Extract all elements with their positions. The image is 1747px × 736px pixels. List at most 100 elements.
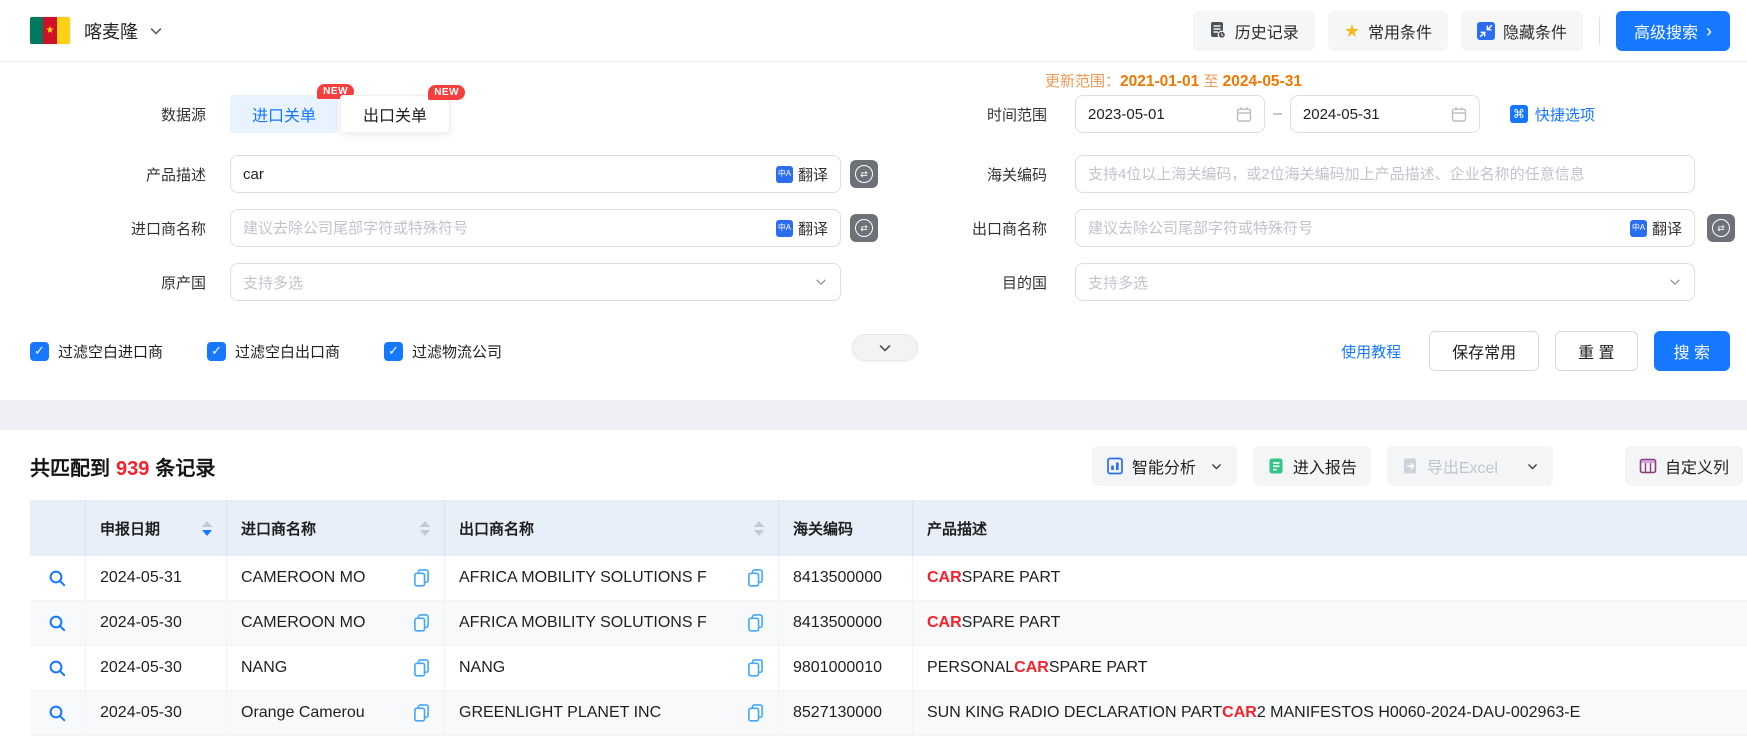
- history-button[interactable]: 历史记录: [1193, 11, 1315, 51]
- copy-icon[interactable]: [739, 568, 764, 588]
- cell-importer: CAMEROON MO: [227, 556, 445, 600]
- custom-columns-button[interactable]: 自定义列: [1625, 446, 1743, 486]
- filter-blank-importer-checkbox[interactable]: ✓ 过滤空白进口商: [30, 341, 163, 362]
- chevron-down-icon: [814, 275, 828, 289]
- advanced-search-button[interactable]: 高级搜索 ›: [1616, 11, 1730, 51]
- cell-importer: NANG: [227, 646, 445, 690]
- cell-exporter: AFRICA MOBILITY SOLUTIONS F: [445, 556, 779, 600]
- row-search-button[interactable]: [30, 601, 86, 645]
- importer-input[interactable]: [243, 220, 768, 237]
- synonym-expand-button[interactable]: ⇄: [850, 160, 878, 188]
- hide-conditions-button[interactable]: 隐藏条件: [1461, 11, 1583, 51]
- sort-icons[interactable]: [202, 521, 212, 536]
- synonym-expand-button[interactable]: ⇄: [1707, 214, 1735, 242]
- copy-icon[interactable]: [405, 568, 430, 588]
- filter-logistics-checkbox[interactable]: ✓ 过滤物流公司: [384, 341, 502, 362]
- header-hs-code: 海关编码: [779, 500, 913, 556]
- chevron-down-icon: [1210, 460, 1223, 473]
- section-divider: [0, 400, 1747, 430]
- product-desc-input[interactable]: [243, 166, 768, 183]
- export-dropdown-chevron-icon[interactable]: [1526, 460, 1539, 473]
- sort-icons[interactable]: [754, 521, 764, 536]
- hs-code-input[interactable]: [1088, 166, 1682, 183]
- synonym-expand-button[interactable]: ⇄: [850, 214, 878, 242]
- new-badge: NEW: [428, 85, 465, 100]
- origin-country-select[interactable]: 支持多选: [230, 263, 841, 301]
- header-declare-date[interactable]: 申报日期: [86, 500, 227, 556]
- copy-icon[interactable]: [739, 703, 764, 723]
- header-importer[interactable]: 进口商名称: [227, 500, 445, 556]
- start-date-input[interactable]: [1075, 95, 1265, 133]
- end-date-input[interactable]: [1290, 95, 1480, 133]
- cell-importer: CAMEROON MO: [227, 601, 445, 645]
- enter-report-button[interactable]: 进入报告: [1253, 446, 1371, 486]
- translate-button[interactable]: 中A 翻译: [776, 164, 828, 185]
- favorites-button[interactable]: ★ 常用条件: [1328, 11, 1448, 51]
- update-range-note: 更新范围：2021-01-01 至 2024-05-31: [1045, 70, 1302, 91]
- smart-analysis-button[interactable]: 智能分析: [1092, 446, 1237, 486]
- save-common-button[interactable]: 保存常用: [1429, 331, 1539, 371]
- tab-import-declarations[interactable]: 进口关单 NEW: [230, 95, 338, 133]
- time-range-label: 时间范围: [887, 104, 1075, 125]
- copy-icon[interactable]: [405, 703, 430, 723]
- quick-options-button[interactable]: ⌘ 快捷选项: [1510, 104, 1595, 125]
- filter-blank-exporter-checkbox[interactable]: ✓ 过滤空白出口商: [207, 341, 340, 362]
- chevron-down-icon: [1668, 275, 1682, 289]
- header-detail-column: [30, 500, 86, 556]
- row-search-button[interactable]: [30, 646, 86, 690]
- exporter-input[interactable]: [1088, 220, 1622, 237]
- origin-country-label: 原产国: [30, 272, 230, 293]
- header-exporter[interactable]: 出口商名称: [445, 500, 779, 556]
- search-form: 更新范围：2021-01-01 至 2024-05-31 数据源 进口关单 NE…: [0, 62, 1747, 400]
- collapse-form-button[interactable]: [852, 334, 918, 361]
- cameroon-flag-icon: ★: [30, 17, 70, 44]
- reset-button[interactable]: 重 置: [1555, 331, 1637, 371]
- copy-icon[interactable]: [405, 613, 430, 633]
- row-search-button[interactable]: [30, 691, 86, 735]
- cell-product-desc: PERSONAL CAR SPARE PART: [913, 646, 1747, 690]
- cell-exporter: GREENLIGHT PLANET INC: [445, 691, 779, 735]
- copy-icon[interactable]: [739, 613, 764, 633]
- row-search-button[interactable]: [30, 556, 86, 600]
- tab-export-declarations[interactable]: 出口关单 NEW: [340, 95, 450, 133]
- cell-hs-code: 8413500000: [779, 601, 913, 645]
- hs-code-label: 海关编码: [887, 164, 1075, 185]
- cell-exporter: NANG: [445, 646, 779, 690]
- exchange-icon: ⇄: [855, 165, 873, 183]
- cell-exporter: AFRICA MOBILITY SOLUTIONS F: [445, 601, 779, 645]
- exporter-label: 出口商名称: [887, 218, 1075, 239]
- translate-icon: 中A: [776, 220, 793, 237]
- report-icon: [1267, 457, 1285, 475]
- country-selector-label: 喀麦隆: [84, 18, 138, 44]
- bi-chart-icon: [1106, 457, 1124, 475]
- cell-hs-code: 8413500000: [779, 556, 913, 600]
- topbar-divider: [1599, 17, 1600, 45]
- command-icon: ⌘: [1510, 105, 1528, 123]
- translate-button[interactable]: 中A 翻译: [1630, 218, 1682, 239]
- exchange-icon: ⇄: [855, 219, 873, 237]
- search-button[interactable]: 搜 索: [1654, 331, 1730, 371]
- cell-product-desc: CAR SPARE PART: [913, 556, 1747, 600]
- exporter-field: 中A 翻译: [1075, 209, 1695, 247]
- star-icon: ★: [1344, 22, 1360, 40]
- cell-product-desc: SUN KING RADIO DECLARATION PART CAR 2 MA…: [913, 691, 1747, 735]
- translate-button[interactable]: 中A 翻译: [776, 218, 828, 239]
- export-excel-button[interactable]: 导出Excel: [1387, 446, 1553, 486]
- copy-icon[interactable]: [739, 658, 764, 678]
- calendar-icon: [1451, 106, 1467, 123]
- dest-country-select[interactable]: 支持多选: [1075, 263, 1695, 301]
- copy-icon[interactable]: [405, 658, 430, 678]
- sort-icons[interactable]: [420, 521, 430, 536]
- checkbox-checked-icon: ✓: [207, 342, 226, 361]
- data-source-label: 数据源: [30, 104, 230, 125]
- table-row: 2024-05-30CAMEROON MOAFRICA MOBILITY SOL…: [30, 601, 1747, 646]
- exchange-icon: ⇄: [1712, 219, 1730, 237]
- collapse-icon: [1477, 22, 1495, 40]
- cell-declare-date: 2024-05-30: [86, 646, 227, 690]
- history-icon: [1209, 21, 1227, 40]
- translate-icon: 中A: [776, 166, 793, 183]
- country-chevron-down-icon[interactable]: [148, 23, 164, 39]
- export-icon: [1401, 457, 1419, 475]
- top-bar: ★ 喀麦隆 历史记录 ★ 常用条件 隐藏条件 高级搜索 ›: [0, 0, 1747, 62]
- tutorial-link[interactable]: 使用教程: [1341, 341, 1401, 362]
